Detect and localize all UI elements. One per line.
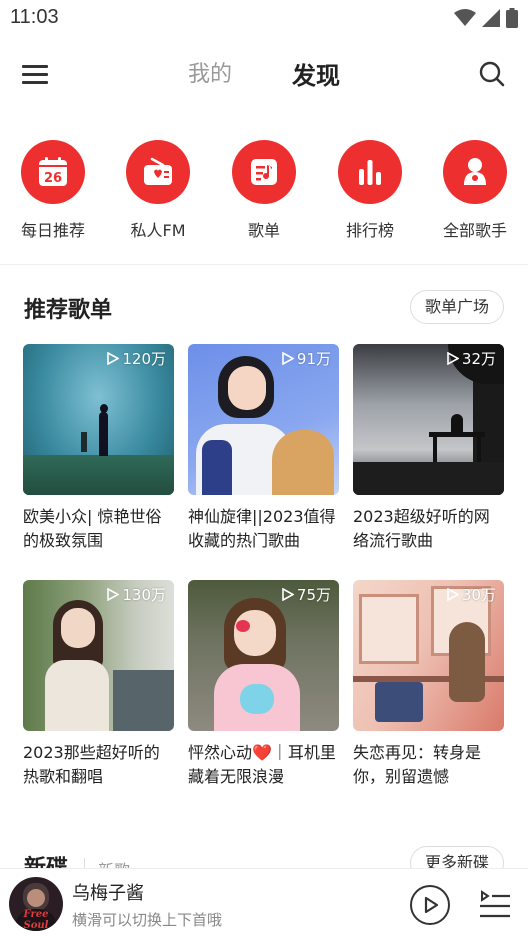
wifi-icon <box>454 9 476 26</box>
hamburger-icon <box>22 65 48 68</box>
calendar-icon: 26 <box>21 140 85 204</box>
status-icons <box>454 8 518 28</box>
play-count: 75万 <box>282 584 331 605</box>
play-count: 32万 <box>447 348 496 369</box>
playlist-cover: 120万 <box>23 344 174 495</box>
playlist-card[interactable]: 91万 神仙旋律||2023值得收藏的热门歌曲 <box>188 344 339 553</box>
mini-player[interactable]: Free Soul 乌梅子酱 横滑可以切换上下首哦 <box>0 868 528 940</box>
play-button[interactable] <box>410 885 450 925</box>
quick-playlist[interactable]: 歌单 <box>214 140 314 241</box>
playlist-card[interactable]: 30万 失恋再见：转身是你，别留遗憾 <box>353 580 504 789</box>
divider <box>0 264 528 265</box>
signal-icon <box>482 9 500 27</box>
playlist-cover: 75万 <box>188 580 339 731</box>
playlist-title: 失恋再见：转身是你，别留遗憾 <box>353 743 482 786</box>
quick-label: 全部歌手 <box>442 221 507 240</box>
quick-label: 排行榜 <box>345 221 394 240</box>
play-count: 130万 <box>107 584 166 605</box>
playlist-icon <box>232 140 296 204</box>
playlist-title: 2023那些超好听的热歌和翻唱 <box>23 743 160 786</box>
play-icon <box>424 896 439 914</box>
play-triangle-icon <box>447 352 459 365</box>
playlist-card[interactable]: 130万 2023那些超好听的热歌和翻唱 <box>23 580 174 789</box>
menu-button[interactable] <box>22 62 50 86</box>
tab-discover[interactable]: 发现 <box>292 56 340 91</box>
cover-text: Free Soul <box>23 909 49 931</box>
play-count-value: 130万 <box>122 586 166 604</box>
playlist-square-button[interactable]: 歌单广场 <box>409 290 504 324</box>
svg-text:26: 26 <box>44 171 62 186</box>
playlist-title: 2023超级好听的网络流行歌曲 <box>353 507 490 550</box>
quick-all-singers[interactable]: 全部歌手 <box>425 140 525 241</box>
quick-label: 私人FM <box>130 221 186 240</box>
play-count: 91万 <box>282 348 331 369</box>
hamburger-icon-line <box>22 81 48 84</box>
play-count-value: 91万 <box>296 350 331 368</box>
chart-icon <box>338 140 402 204</box>
playlist-card[interactable]: 32万 2023超级好听的网络流行歌曲 <box>353 344 504 553</box>
search-button[interactable] <box>478 60 506 88</box>
status-bar: 11:03 <box>0 0 528 36</box>
playlist-cover: 32万 <box>353 344 504 495</box>
playlist-queue-button[interactable] <box>478 889 512 921</box>
tab-mine[interactable]: 我的 <box>188 56 232 88</box>
search-icon <box>479 61 505 87</box>
play-count-value: 120万 <box>122 350 166 368</box>
play-count-value: 75万 <box>296 586 331 604</box>
player-title: 乌梅子酱 <box>72 883 144 904</box>
quick-label: 每日推荐 <box>20 221 85 240</box>
play-count: 30万 <box>447 584 496 605</box>
play-triangle-icon <box>447 588 459 601</box>
playlist-title: 怦然心动❤️｜耳机里藏着无限浪漫 <box>188 743 336 786</box>
quick-charts[interactable]: 排行榜 <box>320 140 420 241</box>
playlist-card[interactable]: 120万 欧美小众| 惊艳世俗的极致氛围 <box>23 344 174 553</box>
hamburger-icon-line <box>22 73 48 76</box>
status-time: 11:03 <box>10 6 59 28</box>
quick-private-fm[interactable]: 私人FM <box>108 140 208 241</box>
play-triangle-icon <box>282 588 294 601</box>
playlist-title: 欧美小众| 惊艳世俗的极致氛围 <box>23 507 162 550</box>
quick-daily-recommend[interactable]: 26 每日推荐 <box>3 140 103 241</box>
playlist-cover: 91万 <box>188 344 339 495</box>
playlist-card[interactable]: 75万 怦然心动❤️｜耳机里藏着无限浪漫 <box>188 580 339 789</box>
play-count-value: 32万 <box>461 350 496 368</box>
playlist-cover: 30万 <box>353 580 504 731</box>
play-count: 120万 <box>107 348 166 369</box>
singer-icon <box>443 140 507 204</box>
player-cover[interactable]: Free Soul <box>9 877 63 931</box>
radio-icon <box>126 140 190 204</box>
top-header: 我的 发现 <box>0 50 528 98</box>
play-triangle-icon <box>282 352 294 365</box>
quick-label: 歌单 <box>247 221 280 240</box>
playlist-title: 神仙旋律||2023值得收藏的热门歌曲 <box>188 507 336 550</box>
playlist-cover: 130万 <box>23 580 174 731</box>
section-title-recommended: 推荐歌单 <box>24 298 113 323</box>
quick-nav: 26 每日推荐 私人FM 歌单 排行榜 全部歌手 <box>0 140 528 250</box>
queue-icon <box>480 890 510 918</box>
battery-icon <box>506 8 518 28</box>
play-triangle-icon <box>107 352 120 365</box>
player-subtitle: 横滑可以切换上下首哦 <box>72 911 223 929</box>
play-count-value: 30万 <box>461 586 496 604</box>
play-triangle-icon <box>107 588 120 601</box>
